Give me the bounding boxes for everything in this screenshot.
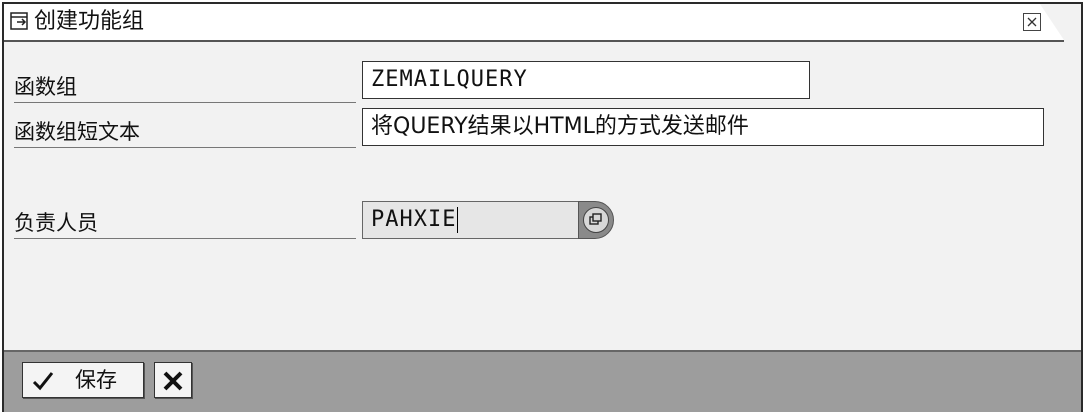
person-responsible-value: PAHXIE	[371, 207, 457, 232]
person-responsible-input[interactable]: PAHXIE	[362, 201, 580, 239]
function-group-input[interactable]: ZEMAILQUERY	[362, 61, 810, 99]
value-help-button[interactable]	[578, 201, 614, 239]
short-text-input[interactable]: 将QUERY结果以HTML的方式发送邮件	[362, 108, 1044, 146]
create-function-group-dialog: 创建功能组 函数组 ZEMAILQUERY 函数组短文本 将QUERY结果以HT…	[2, 2, 1083, 412]
text-cursor	[457, 207, 459, 233]
save-button[interactable]: 保存	[22, 362, 144, 398]
dialog-window-icon	[10, 12, 28, 30]
title-corner	[1040, 4, 1064, 40]
dialog-footer: 保存	[4, 350, 1081, 412]
dialog-title: 创建功能组	[34, 9, 145, 34]
function-group-label: 函数组	[14, 72, 356, 103]
save-button-label: 保存	[75, 368, 117, 392]
short-text-label: 函数组短文本	[14, 117, 356, 148]
close-icon	[1027, 17, 1037, 27]
close-button[interactable]	[1023, 13, 1041, 31]
dialog-titlebar: 创建功能组	[4, 4, 1064, 42]
value-help-icon	[583, 207, 609, 233]
cancel-x-icon	[163, 371, 183, 391]
cancel-button[interactable]	[154, 362, 192, 398]
checkmark-icon	[31, 369, 55, 393]
person-responsible-label: 负责人员	[14, 208, 356, 239]
